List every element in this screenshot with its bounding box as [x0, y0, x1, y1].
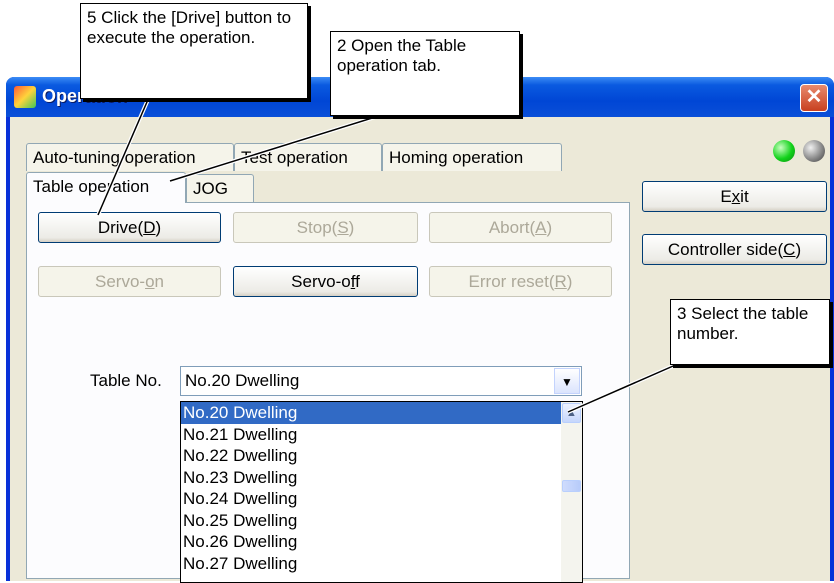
abort-accel-key: A [535, 218, 547, 237]
table-no-selected-value: No.20 Dwelling [185, 371, 300, 390]
table-no-label: Table No. [90, 371, 162, 390]
table-no-combobox[interactable]: No.20 Dwelling ▼ [180, 366, 582, 396]
controller-side-accel-key: C [783, 240, 796, 259]
list-item[interactable]: No.21 Dwelling [181, 424, 582, 446]
callout-step3: 3 Select the table number. [670, 299, 830, 365]
exit-label-a: E [720, 187, 732, 206]
list-item[interactable]: No.26 Dwelling [181, 531, 582, 553]
drive-label-a: Drive( [97, 218, 144, 237]
drive-label-b: ) [155, 218, 162, 237]
drive-accel-key: D [143, 218, 156, 237]
servo-on-label-a: Servo- [94, 272, 146, 291]
exit-button[interactable]: Exit [642, 181, 827, 212]
servo-on-label-b: n [154, 272, 164, 291]
list-item[interactable]: No.20 Dwelling [181, 402, 582, 424]
app-icon [14, 86, 36, 108]
abort-label-b: ) [546, 218, 553, 237]
chevron-down-icon[interactable]: ▼ [554, 368, 580, 394]
scroll-up-arrow-icon[interactable]: ▲ [562, 403, 581, 423]
servo-off-label-b: f [355, 272, 360, 291]
controller-side-label-a: Controller side( [667, 240, 784, 259]
drive-button[interactable]: Drive(D) [38, 212, 221, 243]
servo-off-button[interactable]: Servo-off [233, 266, 418, 297]
table-no-dropdown-list: No.20 Dwelling No.21 Dwelling No.22 Dwel… [180, 401, 583, 583]
list-item[interactable]: No.24 Dwelling [181, 488, 582, 510]
callout-step5: 5 Click the [Drive] button to execute th… [80, 3, 308, 99]
exit-accel-key: x [731, 187, 741, 206]
error-reset-accel-key: R [554, 272, 567, 291]
stop-label-b: ) [348, 218, 355, 237]
controller-side-button[interactable]: Controller side(C) [642, 234, 827, 265]
controller-side-label-b: ) [795, 240, 802, 259]
scroll-thumb[interactable] [562, 480, 581, 492]
stop-button[interactable]: Stop(S) [233, 212, 418, 243]
list-item[interactable]: No.22 Dwelling [181, 445, 582, 467]
servo-on-button[interactable]: Servo-on [38, 266, 221, 297]
servo-on-accel-key: o [145, 272, 155, 291]
error-reset-label-a: Error reset( [468, 272, 555, 291]
status-led-green-icon [773, 140, 795, 162]
tab-auto-tuning-operation[interactable]: Auto-tuning operation [26, 143, 234, 171]
callout-step2: 2 Open the Table operation tab. [330, 31, 520, 116]
stop-label-a: Stop( [296, 218, 338, 237]
dropdown-scrollbar[interactable]: ▲ [561, 402, 582, 582]
tab-test-operation[interactable]: Test operation [234, 143, 382, 171]
abort-label-a: Abort( [488, 218, 536, 237]
close-button[interactable]: ✕ [800, 84, 828, 112]
error-reset-label-b: ) [566, 272, 573, 291]
stop-accel-key: S [337, 218, 349, 237]
exit-label-b: it [740, 187, 749, 206]
error-reset-button[interactable]: Error reset(R) [429, 266, 612, 297]
list-item[interactable]: No.23 Dwelling [181, 467, 582, 489]
tab-jog[interactable]: JOG [186, 174, 254, 202]
servo-off-label-a: Servo-o [291, 272, 351, 291]
abort-button[interactable]: Abort(A) [429, 212, 612, 243]
tab-table-operation[interactable]: Table operation [26, 172, 186, 203]
status-led-gray-icon [803, 140, 825, 162]
list-item[interactable]: No.25 Dwelling [181, 510, 582, 532]
tab-homing-operation[interactable]: Homing operation [382, 143, 562, 171]
list-item[interactable]: No.27 Dwelling [181, 553, 582, 575]
